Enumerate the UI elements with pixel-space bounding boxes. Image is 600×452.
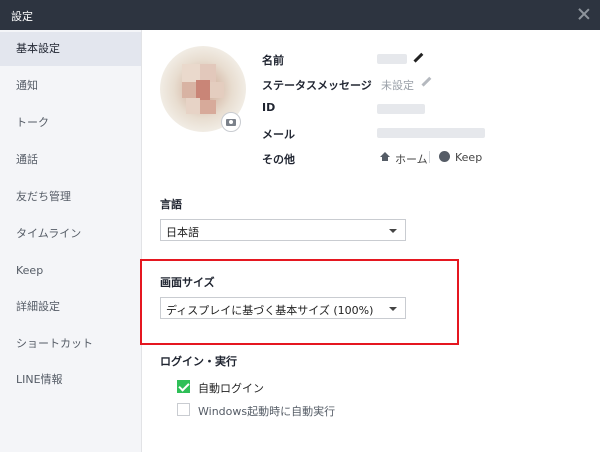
mail-label: メール xyxy=(262,128,295,141)
sidebar-item-timeline[interactable]: タイムライン xyxy=(0,217,141,251)
camera-icon[interactable] xyxy=(221,112,241,132)
sidebar-item-calls[interactable]: 通話 xyxy=(0,143,141,177)
chevron-down-icon xyxy=(389,307,397,311)
id-value-blurred xyxy=(377,104,425,114)
sidebar: 基本設定 通知 トーク 通話 友だち管理 タイムライン Keep 詳細設定 ショ… xyxy=(0,30,142,452)
startup-label[interactable]: Windows起動時に自動実行 xyxy=(198,403,335,419)
keep-icon[interactable] xyxy=(439,151,450,162)
sidebar-item-notifications[interactable]: 通知 xyxy=(0,69,141,103)
edit-status-icon[interactable] xyxy=(420,77,432,89)
startup-checkbox[interactable] xyxy=(177,403,190,416)
name-value-blurred xyxy=(377,54,407,64)
language-select[interactable]: 日本語 xyxy=(160,219,406,241)
sidebar-item-basic[interactable]: 基本設定 xyxy=(0,32,141,66)
screen-size-selected-value: ディスプレイに基づく基本サイズ (100%) xyxy=(166,304,374,317)
chevron-down-icon xyxy=(389,229,397,233)
sidebar-item-talk[interactable]: トーク xyxy=(0,106,141,140)
window-title: 設定 xyxy=(11,10,33,23)
home-link[interactable]: ホーム xyxy=(395,151,428,167)
mail-value-blurred xyxy=(377,128,485,138)
id-label: ID xyxy=(262,101,276,114)
auto-login-label[interactable]: 自動ログイン xyxy=(198,380,264,396)
sidebar-item-line-info[interactable]: LINE情報 xyxy=(0,363,141,397)
name-label: 名前 xyxy=(262,54,284,67)
home-icon[interactable] xyxy=(380,152,390,161)
link-divider xyxy=(429,151,430,163)
sidebar-item-friends[interactable]: 友だち管理 xyxy=(0,180,141,214)
screen-size-select[interactable]: ディスプレイに基づく基本サイズ (100%) xyxy=(160,297,406,319)
edit-name-icon[interactable] xyxy=(412,53,424,65)
sidebar-item-keep[interactable]: Keep xyxy=(0,254,141,288)
other-label: その他 xyxy=(262,153,295,166)
sidebar-item-shortcuts[interactable]: ショートカット xyxy=(0,327,141,361)
language-selected-value: 日本語 xyxy=(166,226,199,239)
keep-link[interactable]: Keep xyxy=(455,151,482,164)
login-title: ログイン・実行 xyxy=(160,355,237,368)
title-bar: 設定 xyxy=(0,0,600,30)
screen-size-title: 画面サイズ xyxy=(160,276,215,289)
sidebar-item-advanced[interactable]: 詳細設定 xyxy=(0,290,141,324)
language-title: 言語 xyxy=(160,198,182,211)
status-value: 未設定 xyxy=(381,79,414,92)
status-label: ステータスメッセージ xyxy=(262,79,372,92)
auto-login-checkbox[interactable] xyxy=(177,380,190,393)
close-icon[interactable] xyxy=(577,7,591,21)
